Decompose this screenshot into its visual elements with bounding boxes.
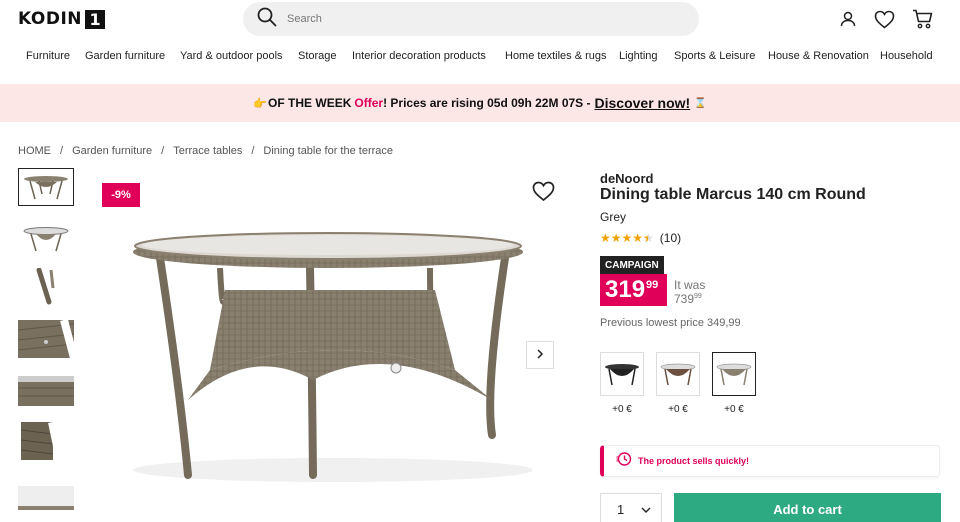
product-main-image[interactable] <box>100 170 570 510</box>
it-was-price-cents: 99 <box>694 293 702 300</box>
breadcrumb-garden-furniture[interactable]: Garden furniture <box>72 145 152 157</box>
nav-item-storage[interactable]: Storage <box>298 50 337 62</box>
search-icon[interactable] <box>257 7 277 32</box>
breadcrumb-separator: / <box>251 145 255 157</box>
breadcrumb-current[interactable]: Dining table for the terrace <box>263 145 393 157</box>
current-price: 319 99 <box>600 274 667 306</box>
product-brand[interactable]: deNoord <box>600 171 653 186</box>
price-cents: 99 <box>646 279 659 291</box>
thumbnail-6[interactable] <box>18 422 74 460</box>
hourglass-icon: ⌛ <box>694 97 707 109</box>
header: KODIN 1 <box>0 0 960 40</box>
chevron-right-icon <box>535 346 545 364</box>
it-was-price-main: 739 <box>674 292 695 306</box>
variant-brown[interactable] <box>656 352 700 396</box>
campaign-badge: CAMPAIGN <box>600 256 664 274</box>
chevron-down-icon <box>641 502 651 517</box>
next-image-button[interactable] <box>526 341 554 369</box>
breadcrumb-separator: / <box>60 145 64 157</box>
thumbnail-3[interactable] <box>18 268 74 306</box>
thumbnail-2[interactable] <box>18 220 74 258</box>
nav-item-sports-leisure[interactable]: Sports & Leisure <box>674 50 755 62</box>
variant-price: +0 € <box>668 404 688 415</box>
clock-icon <box>616 451 632 472</box>
variant-price: +0 € <box>724 404 744 415</box>
quantity-select[interactable]: 1 <box>600 493 662 522</box>
product-color: Grey <box>600 210 627 224</box>
nav-item-garden-furniture[interactable]: Garden furniture <box>85 50 165 62</box>
discover-now-link[interactable]: Discover now! <box>595 95 691 111</box>
banner-offer: Offer <box>354 96 384 110</box>
cart-icon[interactable] <box>911 8 933 30</box>
nav-item-furniture[interactable]: Furniture <box>26 50 70 62</box>
nav-item-yard-pools[interactable]: Yard & outdoor pools <box>180 50 283 62</box>
thumbnail-5[interactable] <box>18 372 74 410</box>
star-rating-icon: ★★★★★★ <box>600 231 654 245</box>
variant-black[interactable] <box>600 352 644 396</box>
search-input[interactable] <box>287 13 667 25</box>
add-to-cart-button[interactable]: Add to cart <box>674 493 941 522</box>
review-count: (10) <box>659 231 682 245</box>
logo[interactable]: KODIN 1 <box>18 9 106 29</box>
pointing-hand-icon: 👉 <box>253 97 268 110</box>
product-rating[interactable]: ★★★★★★ (10) <box>600 231 681 245</box>
thumbnail-7[interactable] <box>18 478 74 516</box>
variant-price: +0 € <box>612 404 632 415</box>
promo-banner: 👉 OF THE WEEK Offer ! Prices are rising … <box>0 84 960 122</box>
heart-icon[interactable] <box>873 8 895 30</box>
alert-text: The product sells quickly! <box>638 456 750 466</box>
nav-item-house-renovation[interactable]: House & Renovation <box>768 50 869 62</box>
banner-of-the-week: OF THE WEEK <box>268 96 352 110</box>
variant-grey[interactable] <box>712 352 756 396</box>
quantity-value: 1 <box>617 501 625 517</box>
breadcrumb: HOME / Garden furniture / Terrace tables… <box>18 145 393 157</box>
it-was-label: It was <box>674 278 706 292</box>
search-bar[interactable] <box>243 2 699 36</box>
discount-badge: -9% <box>102 183 140 207</box>
sells-quickly-alert: The product sells quickly! <box>600 445 940 477</box>
breadcrumb-separator: / <box>161 145 165 157</box>
thumbnail-4[interactable] <box>18 320 74 358</box>
nav-item-household[interactable]: Household <box>880 50 933 62</box>
product-title: Dining table Marcus 140 cm Round <box>600 186 866 203</box>
user-icon[interactable] <box>837 8 859 30</box>
breadcrumb-home[interactable]: HOME <box>18 145 51 157</box>
banner-countdown: ! Prices are rising 05d 09h 22M 07S - <box>383 96 591 110</box>
it-was-price: 73999 <box>674 292 702 306</box>
price-main: 319 <box>605 276 646 303</box>
thumbnail-1[interactable] <box>18 168 74 206</box>
wishlist-heart-icon[interactable] <box>532 181 556 205</box>
nav-item-interior-decoration[interactable]: Interior decoration products <box>352 50 486 62</box>
logo-number: 1 <box>85 9 106 29</box>
nav-item-home-textiles[interactable]: Home textiles & rugs <box>505 50 606 62</box>
nav-item-lighting[interactable]: Lighting <box>619 50 658 62</box>
breadcrumb-terrace-tables[interactable]: Terrace tables <box>173 145 242 157</box>
previous-lowest-price: Previous lowest price 349,99 <box>600 317 741 329</box>
logo-text: KODIN <box>18 9 83 29</box>
main-nav: Furniture Garden furniture Yard & outdoo… <box>0 50 960 70</box>
